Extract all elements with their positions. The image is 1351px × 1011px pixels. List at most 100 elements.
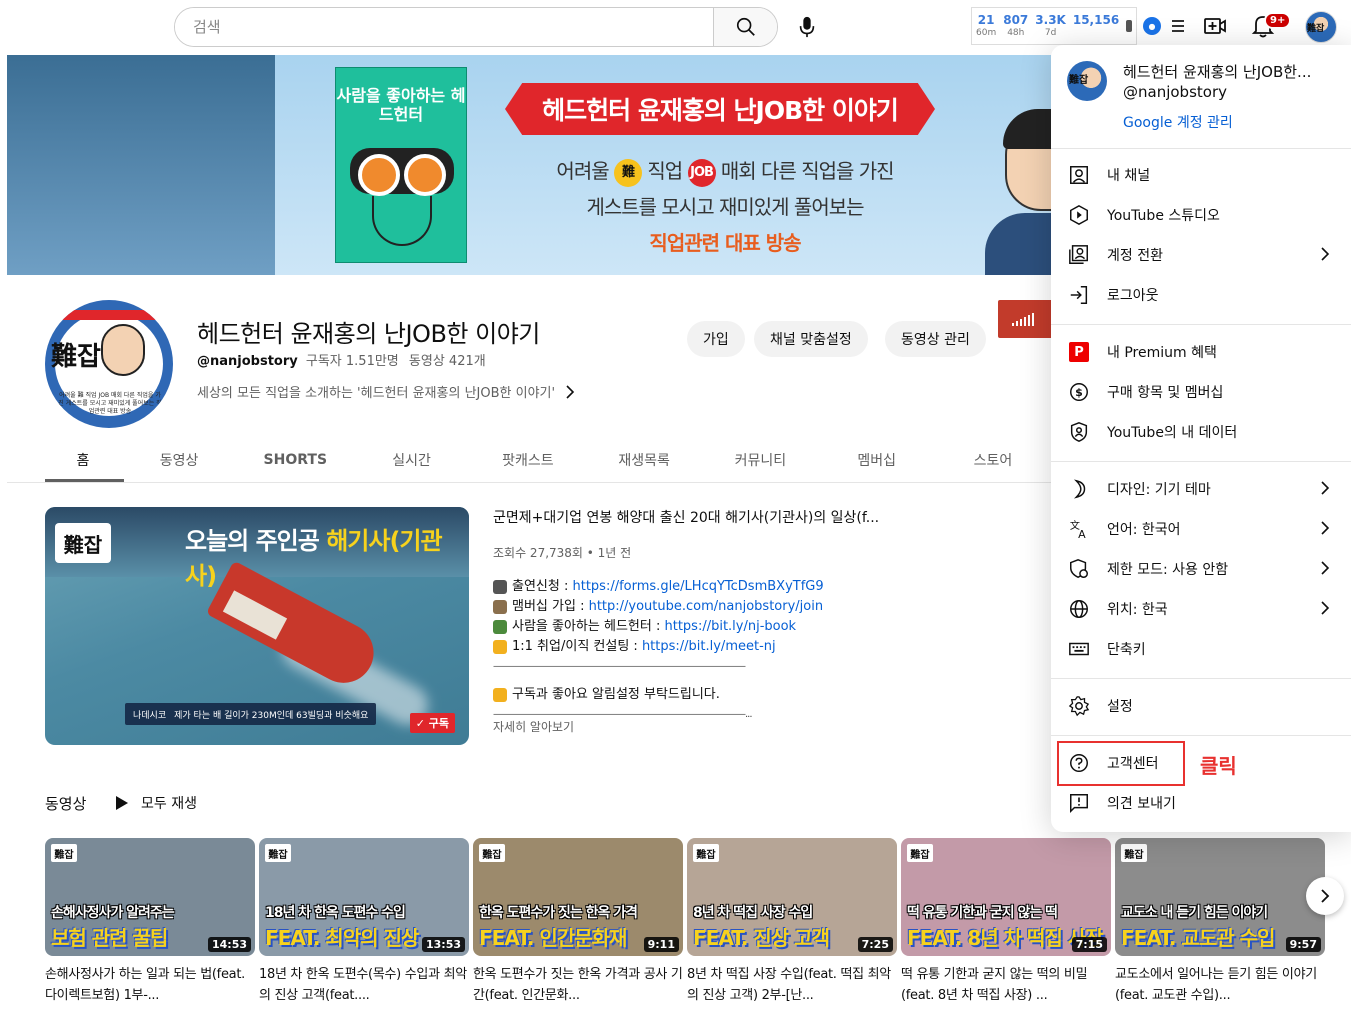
- menu-item-location[interactable]: 위치: 한국: [1051, 589, 1351, 629]
- search-input[interactable]: [175, 8, 713, 46]
- tab-store[interactable]: 스토어: [935, 438, 1051, 482]
- video-card[interactable]: 難잡 18년 차 한옥 도편수 수입 FEAT. 최악의 진상 13:53 18…: [259, 838, 469, 1006]
- tab-live[interactable]: 실시간: [353, 438, 469, 482]
- tab-membership[interactable]: 멤버십: [819, 438, 935, 482]
- play-icon: [116, 796, 128, 810]
- menu-item-keyboard-shortcuts[interactable]: 단축키: [1051, 629, 1351, 669]
- help-highlight-box: [1057, 741, 1185, 786]
- manage-videos-button[interactable]: 동영상 관리: [885, 321, 986, 357]
- search-box: [174, 7, 778, 47]
- video-thumbnail[interactable]: 難잡 한옥 도편수가 짓는 한옥 가격 FEAT. 인간문화재 9:11: [473, 838, 683, 956]
- manage-google-account-link[interactable]: Google 계정 관리: [1123, 112, 1233, 132]
- video-title[interactable]: 교도소에서 일어나는 듣기 힘든 이야기(feat. 교도관 수입)...: [1115, 964, 1325, 1006]
- read-more-link[interactable]: 자세히 알아보기: [493, 718, 574, 735]
- menu-item-studio[interactable]: YouTube 스튜디오: [1051, 195, 1351, 235]
- menu-item-label: 디자인: 기기 테마: [1107, 482, 1211, 498]
- binoculars-image: [350, 148, 454, 196]
- account-avatar-button[interactable]: 難잡: [1305, 11, 1337, 43]
- stat-7d: 3.3K 7d: [1035, 13, 1066, 38]
- menu-item-label: 위치: 한국: [1107, 602, 1168, 618]
- tab-podcasts[interactable]: 팟캐스트: [470, 438, 586, 482]
- face-outline-image: [372, 196, 432, 246]
- tab-shorts[interactable]: SHORTS: [237, 438, 353, 482]
- live-stats-button[interactable]: [998, 300, 1051, 338]
- video-title[interactable]: 한옥 도편수가 짓는 한옥 가격과 공사 기간(feat. 인간문화...: [473, 964, 683, 1006]
- video-card[interactable]: 難잡 교도소 내 듣기 힘든 이야기 FEAT. 교도관 수입 9:57 교도소…: [1115, 838, 1325, 1006]
- menu-item-my-channel[interactable]: 내 채널: [1051, 155, 1351, 195]
- video-thumbnail[interactable]: 難잡 8년 차 떡집 사장 수입 FEAT. 진상 고객 7:25: [687, 838, 897, 956]
- channel-tabs: 홈 동영상 SHORTS 실시간 팟캐스트 재생목록 커뮤니티 멤버십 스토어: [45, 438, 1051, 482]
- tabs-divider: [7, 482, 1051, 483]
- keyboard-icon: [1069, 642, 1089, 656]
- video-title[interactable]: 18년 차 한옥 도편수(목수) 수입과 최악의 진상 고객(feat....: [259, 964, 469, 1006]
- menu-item-settings[interactable]: 설정: [1051, 686, 1351, 726]
- video-duration: 9:11: [643, 937, 679, 952]
- tab-home[interactable]: 홈: [45, 438, 124, 482]
- video-thumbnail[interactable]: 難잡 손해사정사가 알려주는 보험 관련 꿀팁 14:53: [45, 838, 255, 956]
- desc-link[interactable]: https://forms.gle/LHcqYTcDsmBXyTfG9: [573, 579, 824, 594]
- video-duration: 14:53: [207, 937, 251, 952]
- menu-separator: [1051, 324, 1351, 325]
- video-thumbnail[interactable]: 難잡 교도소 내 듣기 힘든 이야기 FEAT. 교도관 수입 9:57: [1115, 838, 1325, 956]
- menu-item-sign-out[interactable]: 로그아웃: [1051, 275, 1351, 315]
- menu-item-premium[interactable]: P 내 Premium 혜택: [1051, 332, 1351, 372]
- video-title[interactable]: 손해사정사가 하는 일과 되는 법(feat. 다이렉트보험) 1부-...: [45, 964, 255, 1006]
- desc-link[interactable]: https://bit.ly/nj-book: [664, 619, 796, 634]
- channel-avatar-logo: 難잡: [51, 342, 101, 372]
- signal-bars-icon: [1011, 313, 1034, 326]
- subscriber-count: 구독자 1.51만명: [305, 354, 399, 369]
- desc-line: 출연신청 : https://forms.gle/LHcqYTcDsmBXyTf…: [493, 577, 913, 597]
- menu-item-restricted-mode[interactable]: 제한 모드: 사용 안함: [1051, 549, 1351, 589]
- list-menu-icon[interactable]: [1170, 17, 1186, 35]
- tab-community[interactable]: 커뮤니티: [702, 438, 818, 482]
- video-card[interactable]: 難잡 떡 유통 기한과 굳지 않는 떡 FEAT. 8년 차 떡집 사장 7:1…: [901, 838, 1111, 1006]
- switch-account-icon: [1069, 245, 1088, 264]
- menu-separator: [1051, 735, 1351, 736]
- avatar-text: 難잡: [1307, 24, 1325, 34]
- join-button[interactable]: 가입: [687, 321, 745, 357]
- video-card[interactable]: 難잡 손해사정사가 알려주는 보험 관련 꿀팁 14:53 손해사정사가 하는 …: [45, 838, 255, 1006]
- desc-rule: ————————————————————————————: [493, 661, 746, 672]
- menu-item-appearance[interactable]: 디자인: 기기 테마: [1051, 469, 1351, 509]
- banner-left-area: [7, 55, 275, 275]
- menu-item-switch-account[interactable]: 계정 전환: [1051, 235, 1351, 275]
- desc-link[interactable]: http://youtube.com/nanjobstory/join: [589, 599, 824, 614]
- video-card[interactable]: 難잡 한옥 도편수가 짓는 한옥 가격 FEAT. 인간문화재 9:11 한옥 …: [473, 838, 683, 1006]
- customize-channel-button[interactable]: 채널 맞춤설정: [754, 321, 868, 357]
- chevron-right-icon: [1321, 889, 1330, 903]
- play-all-button[interactable]: 모두 재생: [115, 793, 197, 813]
- featured-video-thumbnail[interactable]: 難잡 오늘의 주인공 해기사(기관사) 나데시코 제가 타는 배 길이가 230M…: [45, 507, 469, 745]
- menu-item-language[interactable]: 文A 언어: 한국어: [1051, 509, 1351, 549]
- banner-artwork: 사람을 좋아하는 헤드헌터 헤드헌터 윤재홍의 난JOB한 이야기 어려울 難 …: [275, 55, 1051, 275]
- create-video-icon[interactable]: [1203, 14, 1227, 38]
- banner-line-1b: 직업: [647, 159, 683, 183]
- channel-handle: @nanjobstory: [197, 354, 298, 369]
- realtime-stats-widget[interactable]: 2160m 80748h 3.3K7d 15,156​: [971, 7, 1137, 45]
- menu-item-label: 제한 모드: 사용 안함: [1107, 562, 1229, 578]
- search-button[interactable]: [713, 8, 777, 46]
- featured-video-title[interactable]: 군면제+대기업 연봉 해양대 출신 20대 해기사(기관사)의 일상(f...: [493, 507, 893, 527]
- thumb-subscribe-badge: ✓ 구독: [409, 713, 455, 733]
- channel-description[interactable]: 세상의 모든 직업을 소개하는 '헤드헌터 윤재홍의 난JOB한 이야기': [197, 382, 575, 401]
- menu-item-label: 의견 보내기: [1107, 796, 1176, 812]
- video-thumbnail[interactable]: 難잡 18년 차 한옥 도편수 수입 FEAT. 최악의 진상 13:53: [259, 838, 469, 956]
- menu-item-purchases[interactable]: $ 구매 항목 및 멤버십: [1051, 372, 1351, 412]
- tab-playlists[interactable]: 재생목록: [586, 438, 702, 482]
- video-title[interactable]: 떡 유통 기한과 굳지 않는 떡의 비밀(feat. 8년 차 떡집 사장) .…: [901, 964, 1111, 1006]
- voice-search-button[interactable]: [790, 10, 824, 44]
- extension-icon[interactable]: ●: [1143, 17, 1161, 35]
- channel-avatar[interactable]: 難잡 어려울 難 직업 JOB 매회 다른 직업을 가진 게스트를 모시고 재미…: [45, 300, 173, 428]
- video-card[interactable]: 難잡 8년 차 떡집 사장 수입 FEAT. 진상 고객 7:25 8년 차 떡…: [687, 838, 897, 1006]
- video-duration: 7:15: [1071, 937, 1107, 952]
- tab-videos[interactable]: 동영상: [121, 438, 237, 482]
- shelf-next-button[interactable]: [1306, 877, 1344, 915]
- desc-line: 사람을 좋아하는 헤드헌터 : https://bit.ly/nj-book: [493, 617, 913, 637]
- menu-item-send-feedback[interactable]: 의견 보내기: [1051, 783, 1351, 823]
- desc-link[interactable]: https://bit.ly/meet-nj: [642, 639, 776, 654]
- menu-item-your-data[interactable]: YouTube의 내 데이터: [1051, 412, 1351, 452]
- shelf-title[interactable]: 동영상: [45, 793, 86, 814]
- video-title[interactable]: 8년 차 떡집 사장 수입(feat. 떡집 최악의 진상 고객) 2부-[난.…: [687, 964, 897, 1006]
- video-thumbnail[interactable]: 難잡 떡 유통 기한과 굳지 않는 떡 FEAT. 8년 차 떡집 사장 7:1…: [901, 838, 1111, 956]
- thumb-caption: 나데시코 제가 타는 배 길이가 230M인데 63빌딩과 비슷해요: [125, 703, 377, 725]
- svg-text:A: A: [1078, 528, 1086, 540]
